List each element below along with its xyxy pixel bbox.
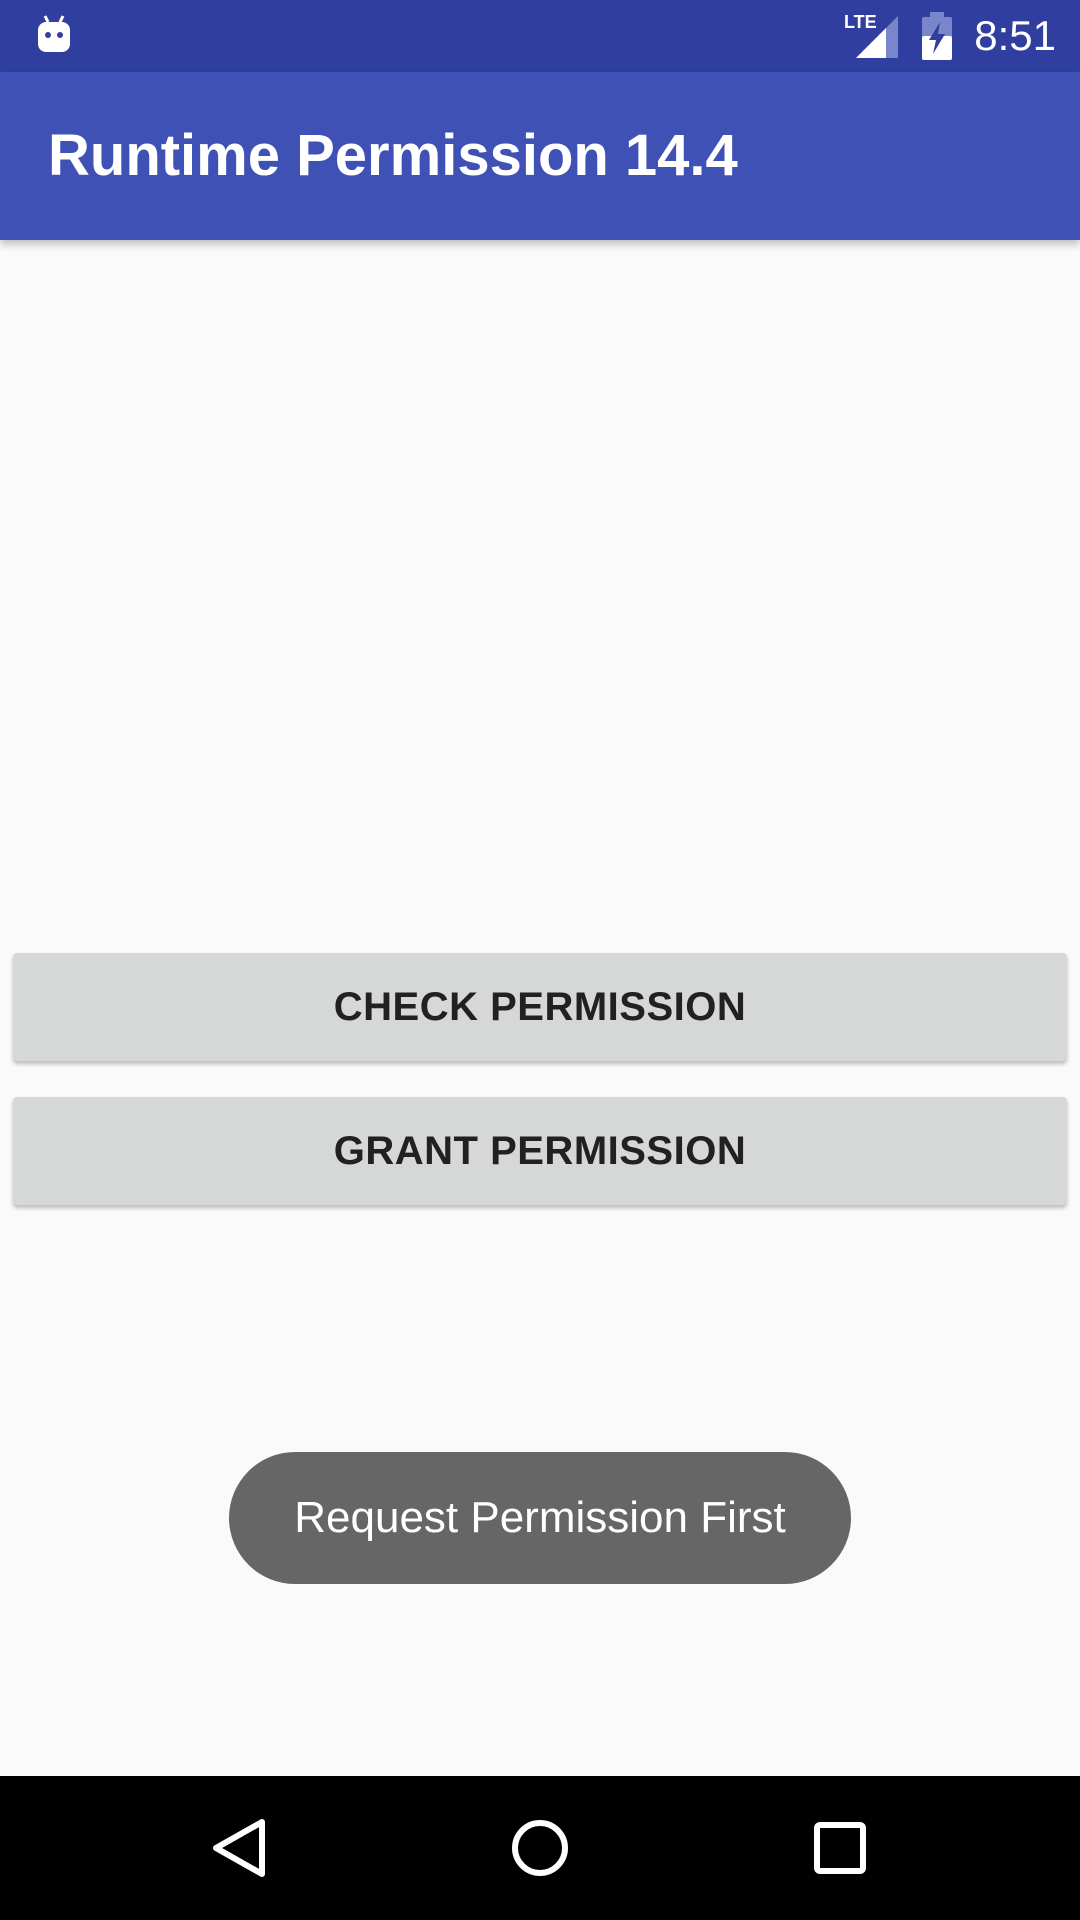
app-bar: Runtime Permission 14.4 xyxy=(0,72,1080,240)
status-bar: LTE 8:51 xyxy=(0,0,1080,72)
lte-signal-icon: LTE xyxy=(844,12,898,58)
navigation-bar xyxy=(0,1776,1080,1920)
back-icon[interactable] xyxy=(190,1798,290,1898)
app-title: Runtime Permission 14.4 xyxy=(48,123,738,188)
battery-charging-icon xyxy=(922,12,952,60)
grant-permission-button[interactable]: GRANT PERMISSION xyxy=(13,1097,1067,1205)
status-clock: 8:51 xyxy=(974,12,1056,59)
home-icon[interactable] xyxy=(490,1798,590,1898)
android-notification-icon xyxy=(38,15,70,52)
lte-label: LTE xyxy=(844,12,877,32)
toast-message: Request Permission First xyxy=(229,1452,851,1584)
screen: LTE 8:51 Runtime Permission 14.4 CHECK P… xyxy=(0,0,1080,1920)
recent-apps-icon[interactable] xyxy=(790,1798,890,1898)
check-permission-button[interactable]: CHECK PERMISSION xyxy=(13,953,1067,1061)
